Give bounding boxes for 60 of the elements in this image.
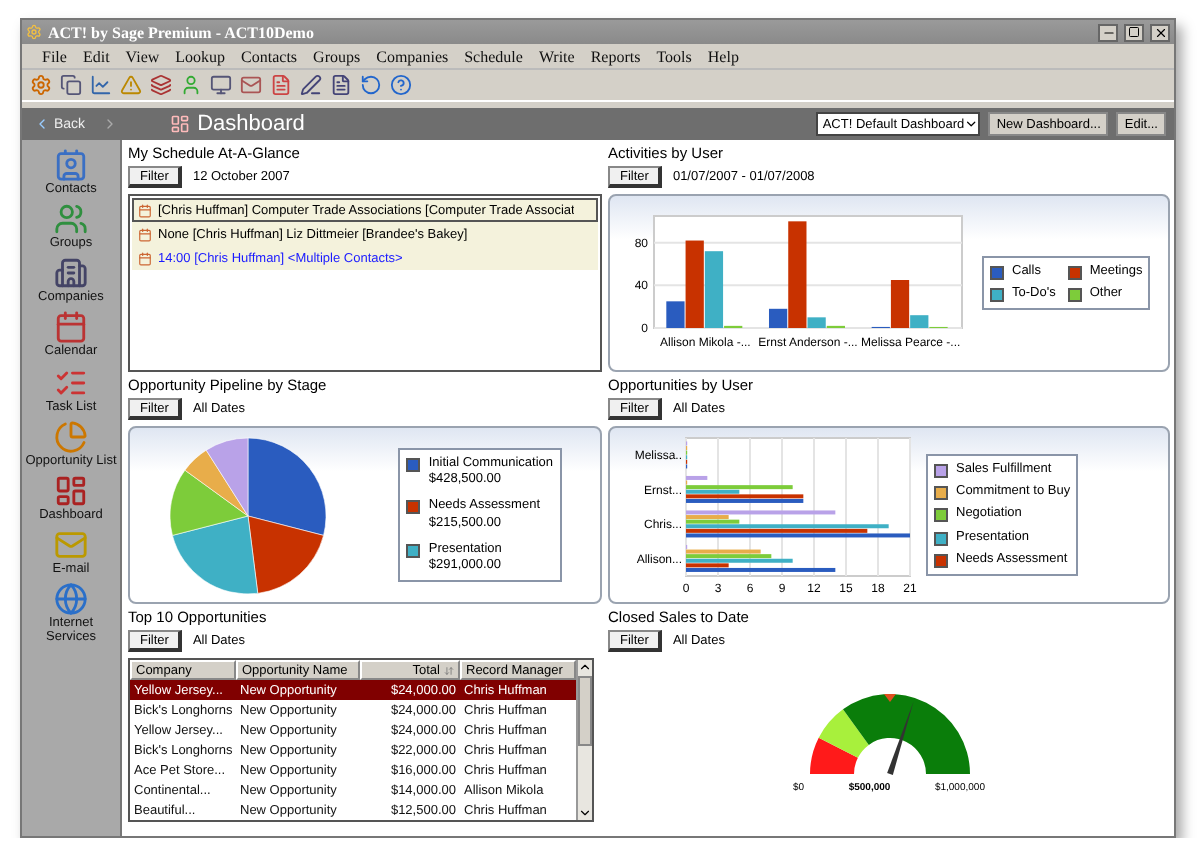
warning-icon — [120, 74, 142, 96]
help-icon — [390, 74, 412, 96]
pages-icon — [60, 74, 82, 96]
minimize-button[interactable] — [1098, 23, 1118, 41]
toolbar-button[interactable] — [390, 74, 412, 96]
toolbar-button[interactable] — [210, 74, 232, 96]
scroll-down-icon — [578, 806, 592, 820]
scroll-up-icon — [578, 660, 592, 674]
monitor-icon — [210, 74, 232, 96]
globe-icon — [54, 582, 88, 617]
toolbar-button[interactable] — [240, 74, 262, 96]
menu-item[interactable]: Companies — [368, 47, 457, 65]
app-icon — [26, 24, 42, 40]
menu-item[interactable]: Lookup — [167, 47, 234, 65]
window-title: ACT! by Sage Premium - ACT10Demo — [48, 23, 316, 41]
menu-item[interactable]: Groups — [305, 47, 369, 65]
undo-icon — [360, 74, 382, 96]
toolbar-button[interactable] — [90, 74, 112, 96]
restore-button[interactable] — [1124, 23, 1144, 41]
building-icon — [54, 256, 88, 291]
document-icon — [270, 74, 292, 96]
menu-item[interactable]: Schedule — [456, 47, 531, 65]
menu-item[interactable]: View — [117, 47, 168, 65]
people-icon — [54, 202, 88, 237]
dashboard-icon — [169, 114, 190, 134]
note-icon — [330, 74, 352, 96]
page-title: Dashboard — [197, 112, 307, 136]
scrollbar[interactable] — [576, 660, 592, 820]
toolbar-button[interactable] — [30, 74, 52, 96]
envelope-icon — [240, 74, 262, 96]
menu-item[interactable]: File — [34, 47, 75, 65]
gear-icon — [30, 74, 52, 96]
envelope-icon — [54, 527, 88, 562]
toolbar-button[interactable] — [270, 74, 292, 96]
close-button[interactable] — [1150, 23, 1170, 41]
calendar-icon — [138, 251, 152, 265]
layers-icon — [150, 74, 172, 96]
toolbar-button[interactable] — [300, 74, 322, 96]
menu-item[interactable]: Reports — [582, 47, 649, 65]
pie-chart-icon — [54, 419, 88, 454]
menu-item[interactable]: Contacts — [233, 47, 306, 65]
menu-item[interactable]: Tools — [648, 47, 700, 65]
chart-icon — [90, 74, 112, 96]
dashboard-icon — [54, 473, 88, 508]
calendar-icon — [54, 310, 88, 345]
menu-item[interactable]: Write — [530, 47, 583, 65]
menu-item[interactable]: Help — [699, 47, 747, 65]
toolbar-button[interactable] — [150, 74, 172, 96]
close-icon — [1153, 25, 1167, 39]
person-icon — [180, 74, 202, 96]
sort-icon — [444, 665, 454, 675]
restore-icon — [1128, 26, 1140, 38]
toolbar-button[interactable] — [330, 74, 352, 96]
menu-item[interactable]: Edit — [74, 47, 118, 65]
contact-card-icon — [54, 148, 88, 182]
calendar-icon — [138, 227, 152, 241]
toolbar-button[interactable] — [60, 74, 82, 96]
pen-icon — [300, 74, 322, 96]
calendar-icon — [138, 203, 152, 217]
toolbar-button[interactable] — [360, 74, 382, 96]
